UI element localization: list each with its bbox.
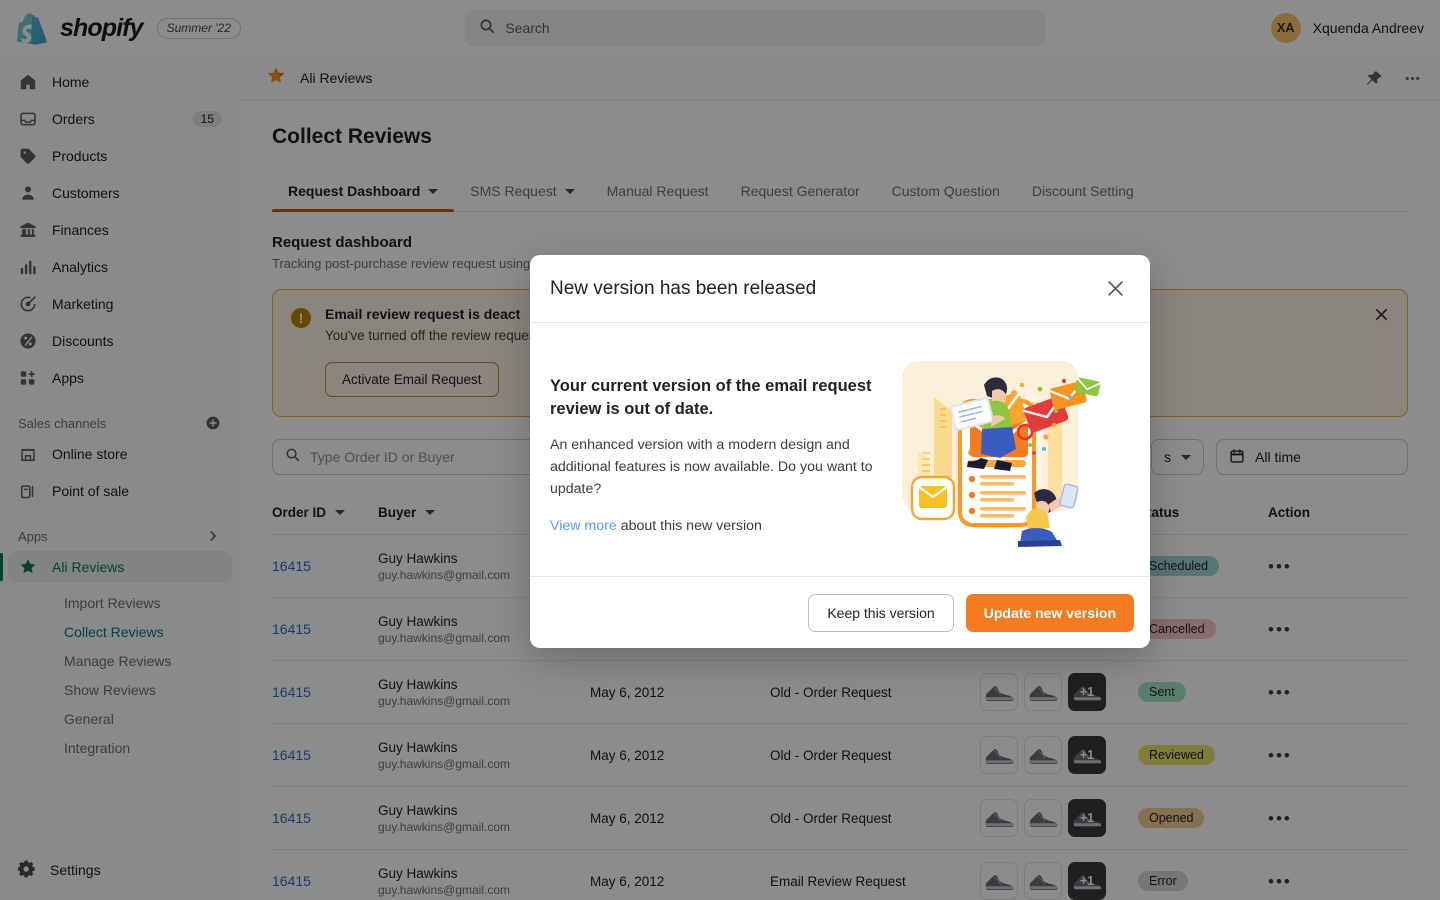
modal-copy: Your current version of the email reques… <box>550 353 890 558</box>
view-more-suffix: about this new version <box>616 518 762 535</box>
modal-footer: Keep this version Update new version <box>530 576 1150 648</box>
close-icon[interactable] <box>1102 276 1128 302</box>
modal-header: New version has been released <box>530 255 1150 323</box>
email-marketing-illustration <box>896 353 1106 558</box>
view-more-link[interactable]: View more <box>550 518 617 534</box>
modal-description: An enhanced version with a modern design… <box>550 437 873 497</box>
modal-body: Your current version of the email reques… <box>530 323 1150 576</box>
modal-heading: Your current version of the email reques… <box>550 377 872 419</box>
keep-this-version-button[interactable]: Keep this version <box>808 593 954 632</box>
new-version-modal: New version has been released Your curre… <box>530 255 1150 648</box>
modal-link-row: View more about this new version <box>550 518 890 534</box>
update-new-version-button[interactable]: Update new version <box>965 593 1134 632</box>
modal-title: New version has been released <box>550 277 817 299</box>
